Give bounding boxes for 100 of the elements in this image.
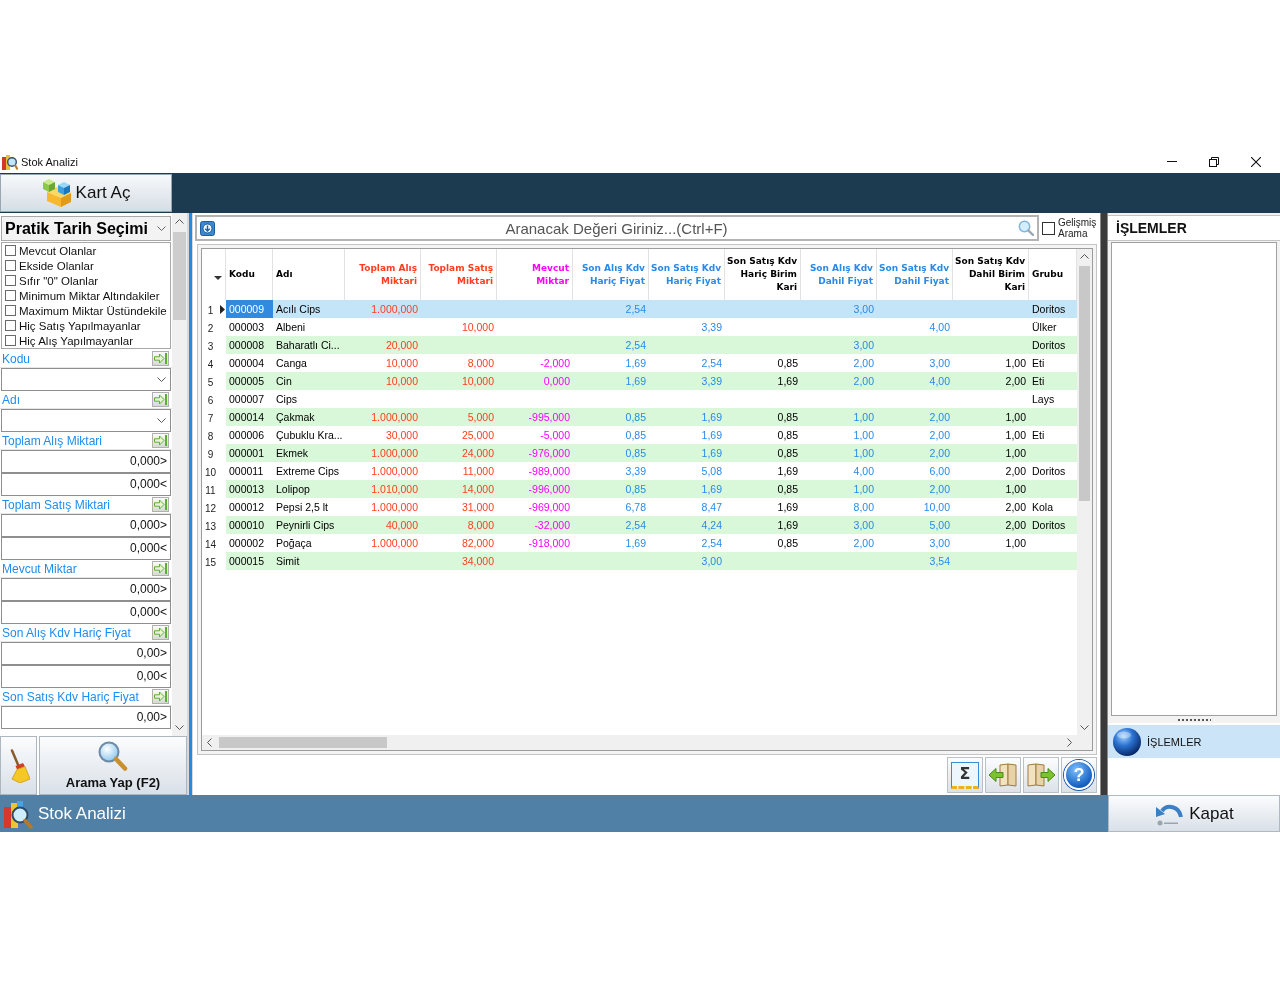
arrow-right-icon [154, 627, 167, 638]
table-cell: Baharatlı Ci... [273, 336, 345, 354]
checkbox-label[interactable]: Hiç Satış Yapılmayanlar [19, 319, 141, 332]
table-cell: 14,000 [421, 480, 497, 498]
clear-button[interactable] [0, 736, 37, 795]
restore-icon[interactable] [1209, 156, 1219, 167]
arrow-button[interactable] [152, 497, 169, 512]
table-cell: 1.000,000 [345, 444, 421, 462]
chevron-up-icon[interactable] [175, 219, 184, 224]
checkbox[interactable] [1042, 221, 1055, 235]
splitter[interactable] [1100, 213, 1108, 795]
close-button[interactable]: Kapat [1108, 795, 1280, 832]
close-icon[interactable] [1251, 156, 1261, 167]
scrollbar[interactable] [172, 213, 187, 736]
table-cell: Doritos [1029, 516, 1077, 534]
row-number: 10 [204, 467, 217, 478]
open-card-button[interactable]: Kart Aç [0, 174, 172, 212]
table-cell: -976,000 [497, 444, 573, 462]
input-field[interactable]: 0,000< [1, 601, 171, 624]
row-number: 2 [206, 323, 215, 334]
table-cell: 000005 [226, 372, 273, 390]
checkbox[interactable] [5, 305, 16, 316]
chevron-down-icon[interactable] [175, 725, 184, 730]
checkbox-label[interactable]: Maximum Miktar Üstündekile [19, 304, 167, 317]
search-button[interactable]: Arama Yap (F2) [39, 736, 187, 795]
table-cell: 1,69 [649, 408, 725, 426]
checkbox-label[interactable]: Ekside Olanlar [19, 259, 94, 272]
arrow-button[interactable] [152, 689, 169, 704]
toolbar-button[interactable] [985, 757, 1021, 793]
checkbox[interactable] [5, 260, 16, 271]
search-field[interactable]: Aranacak Değeri Giriniz...(Ctrl+F) [195, 215, 1039, 241]
input-field[interactable]: 0,000< [1, 537, 171, 560]
table-cell: Acılı Cips [273, 300, 345, 318]
books-magnifier-icon [3, 798, 33, 829]
input-field[interactable]: 0,00> [1, 642, 171, 665]
row-number: 7 [206, 413, 215, 424]
input-field[interactable]: 0,00< [1, 665, 171, 688]
combo-field[interactable] [1, 368, 171, 391]
table-cell: Eti [1029, 372, 1077, 390]
table-cell: 3,39 [649, 372, 725, 390]
arrow-button[interactable] [152, 625, 169, 640]
search-icon[interactable] [1018, 220, 1034, 236]
checkbox[interactable] [5, 290, 16, 301]
row-number: 15 [204, 557, 217, 568]
input-field[interactable]: 0,000< [1, 473, 171, 496]
table-cell: -32,000 [497, 516, 573, 534]
table-cell: Çakmak [273, 408, 345, 426]
checkbox[interactable] [5, 245, 16, 256]
arrow-button[interactable] [152, 561, 169, 576]
checkbox-label[interactable]: Sıfır "0" Olanlar [19, 274, 99, 287]
checkbox[interactable] [5, 335, 16, 346]
down-arrow-circle-icon[interactable] [200, 220, 215, 236]
scrollbar-thumb[interactable] [219, 737, 387, 748]
table-cell: Ekmek [273, 444, 345, 462]
sum-button[interactable]: Σ [947, 757, 983, 793]
checkbox-label[interactable]: Hiç Alış Yapılmayanlar [19, 334, 133, 347]
table-cell: 0,85 [725, 480, 801, 498]
table-cell: 1.000,000 [345, 300, 421, 318]
row-number: 6 [206, 395, 215, 406]
table-cell: 000010 [226, 516, 273, 534]
arrow-button[interactable] [152, 392, 169, 407]
arrow-button[interactable] [152, 351, 169, 366]
table-cell: 3,00 [649, 552, 725, 570]
input-field[interactable]: 0,000> [1, 514, 171, 537]
date-preset-dropdown[interactable]: Pratik Tarih Seçimi [1, 216, 171, 241]
checkbox-label[interactable]: Gelişmiş Arama [1058, 217, 1100, 239]
arrow-right-icon [154, 435, 167, 446]
input-field[interactable]: 0,000> [1, 578, 171, 601]
input-field[interactable]: 0,00> [1, 706, 171, 729]
table-cell: 34,000 [421, 552, 497, 570]
table-cell: 3,00 [801, 336, 877, 354]
row-number: 4 [206, 359, 215, 370]
checkbox[interactable] [5, 275, 16, 286]
toolbar-button[interactable] [1023, 757, 1059, 793]
checkbox-label[interactable]: Mevcut Olanlar [19, 244, 97, 257]
table-cell: 2,00 [877, 480, 953, 498]
checkbox[interactable] [5, 320, 16, 331]
table-cell: 0,85 [573, 408, 649, 426]
arrow-button[interactable] [152, 433, 169, 448]
chevron-right-icon[interactable] [1067, 738, 1072, 747]
scrollbar-thumb[interactable] [1079, 266, 1090, 501]
input-field[interactable]: 0,000> [1, 450, 171, 473]
row-number: 11 [204, 485, 217, 496]
table-cell: 24,000 [421, 444, 497, 462]
table-cell: 1,69 [649, 480, 725, 498]
grip-dots-icon[interactable] [1177, 718, 1211, 721]
scrollbar[interactable] [1077, 249, 1092, 735]
field-label: Toplam Satış Miktari [2, 497, 111, 512]
chevron-up-icon[interactable] [1080, 254, 1089, 259]
chevron-left-icon[interactable] [207, 738, 212, 747]
table-cell: 1,00 [801, 480, 877, 498]
action-item[interactable]: İŞLEMLER [1108, 725, 1280, 758]
table-cell: 000013 [226, 480, 273, 498]
table-cell: 000009 [226, 300, 273, 318]
checkbox-label[interactable]: Minimum Miktar Altındakiler [19, 289, 160, 302]
chevron-down-icon[interactable] [1080, 725, 1089, 730]
sort-triangle-icon[interactable] [214, 275, 222, 280]
combo-field[interactable] [1, 409, 171, 432]
scrollbar[interactable] [202, 735, 1077, 750]
scrollbar-thumb[interactable] [173, 232, 186, 320]
